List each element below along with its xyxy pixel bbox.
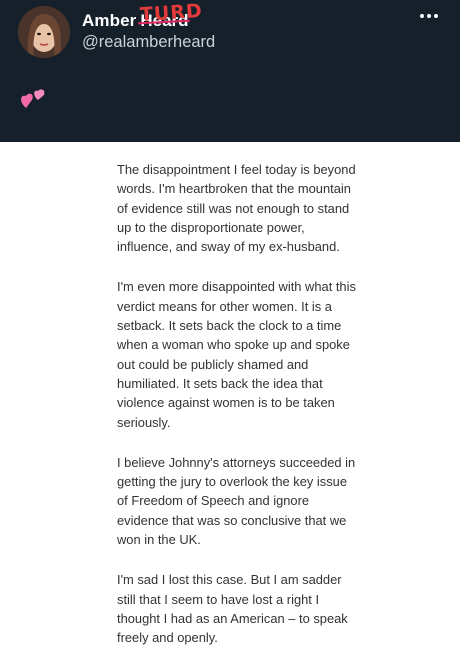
statement-paragraph: I'm even more disappointed with what thi…: [117, 279, 356, 430]
statement-paragraph: The disappointment I feel today is beyon…: [117, 162, 356, 255]
avatar[interactable]: [18, 6, 70, 58]
handwritten-scribble: TURD: [139, 0, 204, 27]
display-name: Amber: [82, 11, 137, 30]
statement-paragraph: I'm sad I lost this case. But I am sadde…: [117, 572, 348, 646]
user-handle: @realamberheard: [82, 33, 216, 51]
statement-text: The disappointment I feel today is beyon…: [117, 160, 357, 669]
profile-header: Amber Heard TURD @realamberheard: [0, 0, 460, 142]
two-hearts-emoji-icon: [20, 86, 50, 112]
more-dots-icon[interactable]: [420, 14, 438, 18]
statement-paragraph: I believe Johnny's attorneys succeeded i…: [117, 454, 356, 548]
